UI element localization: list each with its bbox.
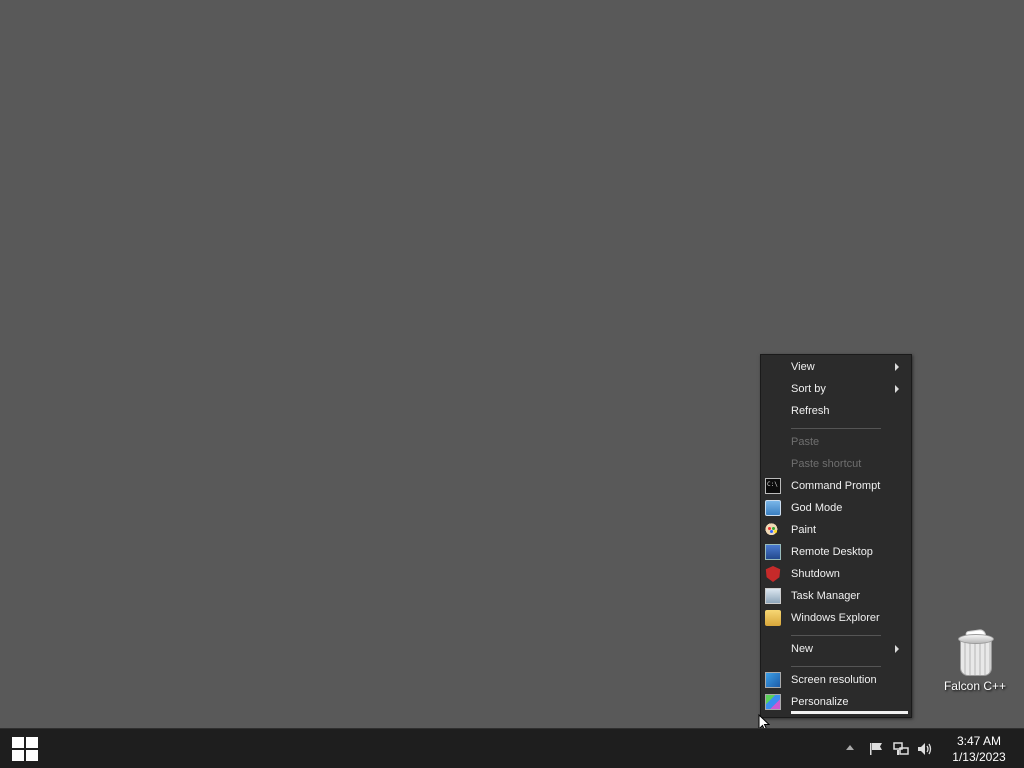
menu-hover-indicator <box>791 711 908 714</box>
menu-item-label: Task Manager <box>791 590 861 602</box>
recycle-bin-icon <box>956 628 994 676</box>
menu-item-paste: Paste <box>761 431 911 453</box>
menu-item-shutdown[interactable]: Shutdown <box>761 563 911 585</box>
menu-item-label: Paint <box>791 524 817 536</box>
volume-icon[interactable] <box>917 742 932 756</box>
desktop-icon-recycle-bin[interactable]: Falcon C++ <box>938 628 1012 693</box>
action-center-flag-icon[interactable] <box>869 742 883 756</box>
menu-item-label: Screen resolution <box>791 674 877 686</box>
menu-item-label: Paste <box>791 436 820 448</box>
menu-item-label: Sort by <box>791 383 826 395</box>
menu-item-paste-shortcut: Paste shortcut <box>761 453 911 475</box>
menu-item-label: View <box>791 361 815 373</box>
menu-item-label: Refresh <box>791 405 830 417</box>
menu-item-label: Personalize <box>791 696 849 708</box>
desktop-icon-label: Falcon C++ <box>943 679 1007 693</box>
menu-item-label: Paste shortcut <box>791 458 862 470</box>
menu-separator <box>791 428 881 429</box>
network-icon[interactable] <box>893 742 909 756</box>
menu-item-label: Remote Desktop <box>791 546 873 558</box>
menu-item-task-manager[interactable]: Task Manager <box>761 585 911 607</box>
system-clock[interactable]: 3:47 AM 1/13/2023 <box>940 733 1018 765</box>
submenu-arrow-icon <box>895 363 899 371</box>
menu-item-windows-explorer[interactable]: Windows Explorer <box>761 607 911 629</box>
taskbar: 3:47 AM 1/13/2023 <box>0 728 1024 768</box>
menu-item-sort-by[interactable]: Sort by <box>761 378 911 400</box>
personalize-icon <box>765 694 781 710</box>
shutdown-icon <box>765 566 781 582</box>
menu-item-label: Command Prompt <box>791 480 881 492</box>
show-hidden-icons-chevron[interactable] <box>846 745 854 750</box>
paint-icon <box>765 522 781 538</box>
menu-item-new[interactable]: New <box>761 638 911 660</box>
menu-item-personalize[interactable]: Personalize <box>761 691 911 713</box>
remote-desktop-icon <box>765 544 781 560</box>
submenu-arrow-icon <box>895 385 899 393</box>
task-manager-icon <box>765 588 781 604</box>
menu-item-refresh[interactable]: Refresh <box>761 400 911 422</box>
submenu-arrow-icon <box>895 645 899 653</box>
menu-item-paint[interactable]: Paint <box>761 519 911 541</box>
menu-item-screen-resolution[interactable]: Screen resolution <box>761 669 911 691</box>
menu-item-view[interactable]: View <box>761 356 911 378</box>
windows-start-icon[interactable] <box>12 737 38 761</box>
menu-item-god-mode[interactable]: God Mode <box>761 497 911 519</box>
menu-item-label: New <box>791 643 814 655</box>
god-mode-icon <box>765 500 781 516</box>
clock-date: 1/13/2023 <box>952 750 1006 764</box>
command-prompt-icon: C:\ <box>765 478 781 494</box>
menu-item-label: God Mode <box>791 502 843 514</box>
clock-time: 3:47 AM <box>956 734 1002 748</box>
menu-item-label: Shutdown <box>791 568 840 580</box>
screen-resolution-icon <box>765 672 781 688</box>
windows-explorer-icon <box>765 610 781 626</box>
menu-item-label: Windows Explorer <box>791 612 880 624</box>
desktop[interactable]: Falcon C++ View Sort by Refresh Paste Pa… <box>0 0 1024 732</box>
menu-item-remote-desktop[interactable]: Remote Desktop <box>761 541 911 563</box>
menu-separator <box>791 635 881 636</box>
menu-item-command-prompt[interactable]: C:\ Command Prompt <box>761 475 911 497</box>
desktop-context-menu: View Sort by Refresh Paste Paste shortcu… <box>760 354 912 718</box>
menu-separator <box>791 666 881 667</box>
